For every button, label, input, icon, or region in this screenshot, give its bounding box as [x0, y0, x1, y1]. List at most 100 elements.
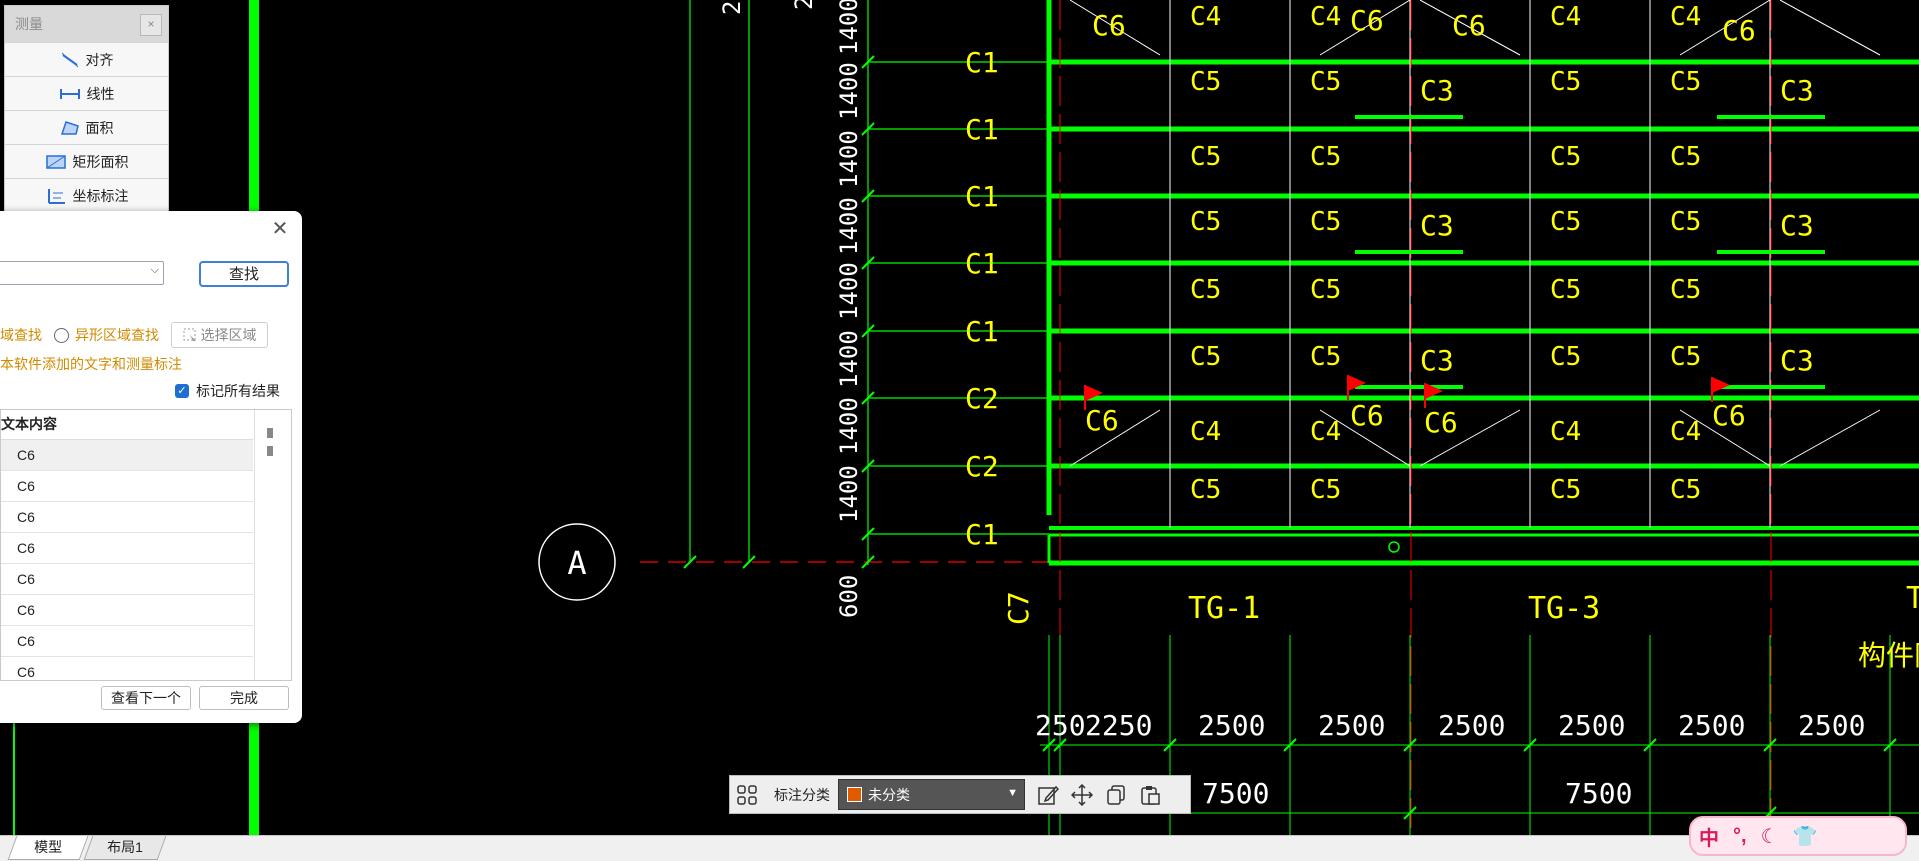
annotation-category-select[interactable]: 未分类 ▼	[838, 779, 1025, 810]
cell-label-c4: C4	[1190, 417, 1221, 447]
cell-label-c6: C6	[1092, 9, 1126, 42]
cell-label-c6: C6	[1350, 4, 1384, 37]
row-dim-text: 1400	[835, 0, 863, 55]
cell-label-c5: C5	[1310, 67, 1341, 97]
cell-label-c5: C5	[1190, 67, 1221, 97]
mark-all-checkbox[interactable]: ✓ 标记所有结果	[175, 381, 280, 401]
result-row[interactable]: C6	[1, 595, 253, 626]
grid-bubble-a[interactable]: A	[538, 523, 616, 601]
punctuation-icon[interactable]: °,	[1733, 825, 1747, 848]
tab-layout1[interactable]: 布局1	[83, 836, 167, 860]
palette-item-label: 矩形面积	[72, 153, 129, 170]
rect-area-button[interactable]: 矩形面积	[5, 144, 168, 178]
results-column-header: 文本内容	[1, 410, 253, 440]
results-list[interactable]: 文本内容 C6 C6 C6 C6 C6 C6 C6 C6	[0, 409, 292, 681]
cell-label-c5: C5	[1670, 275, 1701, 305]
flag-icon	[1712, 377, 1730, 393]
scrollbar-thumb[interactable]	[267, 446, 273, 456]
find-next-button[interactable]: 查看下一个	[101, 686, 191, 710]
palette-title: 测量 ×	[5, 6, 168, 42]
row-label: C2	[965, 382, 999, 415]
col-dim-text: 2250	[1085, 709, 1152, 742]
row-label: C1	[965, 247, 999, 280]
col-dim-text: 250	[1035, 709, 1086, 742]
layout-tab-bar: 模型 布局1	[0, 835, 1919, 861]
col-dim-text: 2500	[1198, 709, 1265, 742]
row-group: C1 C1 C1 C1 C1 C2 C2 C1 1400 1400 1400 1400 1400 1400…	[683, 0, 1919, 569]
vert-dim-text: 24	[718, 0, 746, 15]
select-area-button[interactable]: 选择区域	[171, 322, 268, 348]
cell-label-c5: C5	[1550, 207, 1581, 237]
col-dim-text: 2500	[1438, 709, 1505, 742]
stair-line	[1779, 0, 1881, 56]
stair-line	[1779, 409, 1881, 467]
row-dim-text: 1400	[835, 397, 863, 455]
row-dim-text: 1400	[835, 130, 863, 188]
cell-label-c5: C5	[1190, 475, 1221, 505]
annotation-toolbar: 标注分类 未分类 ▼	[729, 775, 1191, 814]
copy-icon[interactable]	[1099, 778, 1133, 812]
paste-icon[interactable]	[1133, 778, 1167, 812]
result-row[interactable]: C6	[1, 657, 253, 680]
palette-title-text: 测量	[15, 16, 43, 32]
palette-item-label: 对齐	[85, 51, 114, 68]
edit-icon[interactable]	[1031, 778, 1065, 812]
measure-palette: 测量 × 对齐 线性 面积 矩形面积 坐标标注	[4, 5, 169, 212]
linear-measure-button[interactable]: 线性	[5, 76, 168, 110]
irregular-scope-label[interactable]: 异形区域查找	[75, 325, 159, 345]
result-row[interactable]: C6	[1, 564, 253, 595]
move-icon[interactable]	[1065, 778, 1099, 812]
result-row[interactable]: C6	[1, 440, 253, 471]
dialog-close-button[interactable]: ✕	[270, 219, 290, 239]
skin-icon[interactable]: 👕	[1793, 824, 1818, 849]
tab-model[interactable]: 模型	[7, 836, 89, 860]
coordinate-button[interactable]: 坐标标注	[5, 178, 168, 211]
done-button[interactable]: 完成	[199, 686, 289, 710]
result-row[interactable]: C6	[1, 626, 253, 657]
cell-label-c5: C5	[1550, 475, 1581, 505]
scrollbar-thumb[interactable]	[267, 428, 273, 438]
palette-close-button[interactable]: ×	[140, 14, 162, 36]
select-area-icon	[183, 328, 196, 341]
col-dim-text: 2500	[1678, 709, 1745, 742]
scope-region-option[interactable]: 域查找	[0, 325, 42, 345]
cell-label-c3: C3	[1420, 209, 1454, 242]
irregular-scope-radio[interactable]	[54, 327, 69, 343]
cell-label-c6: C6	[1712, 399, 1746, 432]
result-row[interactable]: C6	[1, 471, 253, 502]
ime-mode-button[interactable]: 中	[1699, 822, 1719, 851]
palette-item-label: 面积	[85, 119, 114, 136]
rect-area-icon	[45, 154, 66, 169]
row-dim-text: 1400	[835, 262, 863, 320]
row-dim-text: 1400	[835, 197, 863, 255]
cell-label-c4: C4	[1310, 417, 1341, 447]
cell-label-c6: C6	[1424, 406, 1458, 439]
triangle-down-icon: ▼	[1007, 787, 1018, 799]
grid-label: A	[567, 544, 586, 582]
cell-label-c3: C3	[1420, 74, 1454, 107]
grid-icon[interactable]	[730, 778, 764, 812]
find-text-dialog: ✕ ⌵ 查找 域查找 异形区域查找 选择区域 本软件添加的文字和测量标注 ✓ 标…	[0, 211, 302, 723]
results-scrollbar[interactable]	[254, 410, 291, 680]
find-button[interactable]: 查找	[199, 261, 289, 287]
cell-label-c5: C5	[1190, 275, 1221, 305]
cell-label-c5: C5	[1190, 342, 1221, 372]
row-label: C1	[965, 180, 999, 213]
linear-measure-icon	[59, 88, 80, 99]
result-row[interactable]: C6	[1, 502, 253, 533]
search-text-select[interactable]: ⌵	[0, 261, 164, 285]
select-area-label: 选择区域	[200, 327, 257, 343]
scope-row: 域查找 异形区域查找 选择区域	[0, 322, 268, 348]
row-label: C1	[965, 315, 999, 348]
result-row[interactable]: C6	[1, 533, 253, 564]
cell-label-c5: C5	[1310, 275, 1341, 305]
ime-toolbar: 中 °, ☾ 👕	[1689, 816, 1907, 856]
area-measure-button[interactable]: 面积	[5, 110, 168, 144]
row-label: C1	[965, 518, 999, 551]
cell-label-c5: C5	[1310, 142, 1341, 172]
cell-label-c6: C6	[1722, 14, 1756, 47]
vert-dim-text: 2	[790, 0, 818, 10]
cell-label-c3: C3	[1420, 344, 1454, 377]
align-measure-button[interactable]: 对齐	[5, 42, 168, 76]
moon-icon[interactable]: ☾	[1761, 824, 1779, 849]
